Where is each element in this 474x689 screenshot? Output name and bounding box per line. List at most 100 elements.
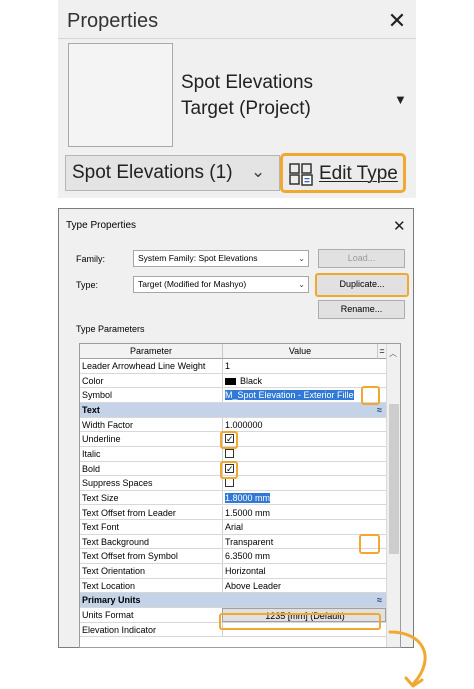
divider xyxy=(58,38,416,39)
chevron-down-icon: ⌄ xyxy=(298,280,305,289)
edit-type-button[interactable]: Edit Type xyxy=(280,153,406,193)
column-header-formula: = xyxy=(377,344,386,359)
parameter-value[interactable]: 1.000000 xyxy=(222,417,386,432)
parameter-name: Italic xyxy=(82,448,101,459)
text-background-dropdown-highlight xyxy=(359,534,380,554)
collapse-icon[interactable]: ≈ xyxy=(377,595,382,605)
chevron-down-icon: ⌄ xyxy=(298,254,305,263)
parameter-name: Text xyxy=(82,404,100,415)
close-icon[interactable]: ✕ xyxy=(393,217,406,235)
parameter-value[interactable]: Above Leader xyxy=(222,578,386,593)
parameter-name: Underline xyxy=(82,434,121,445)
chevron-down-icon: ⌄ xyxy=(251,162,266,181)
checkbox[interactable] xyxy=(225,449,234,459)
parameter-value-text: Transparent xyxy=(225,536,274,547)
parameter-row[interactable]: Color Black xyxy=(80,373,386,389)
parameter-name: Text Offset from Symbol xyxy=(82,551,178,562)
type-properties-dialog: Type Properties ✕ Family: System Family:… xyxy=(58,208,414,648)
parameter-row[interactable]: Text Offset from Leader 1.5000 mm xyxy=(80,505,386,521)
parameter-value-text: 1.8000 mm xyxy=(225,492,271,503)
family-label: Family: xyxy=(76,254,105,264)
scroll-up-icon[interactable]: ︿ xyxy=(389,348,397,359)
parameter-row[interactable]: Text Location Above Leader xyxy=(80,578,386,594)
parameter-checkbox[interactable] xyxy=(222,446,386,461)
parameter-value[interactable]: 1 xyxy=(222,359,386,373)
parameter-name: Elevation Indicator xyxy=(82,624,157,635)
group-header-row[interactable]: Primary Units ≈ xyxy=(80,593,386,609)
type-selector-dropdown-icon[interactable]: ▼ xyxy=(394,92,407,107)
scrollbar-thumb[interactable] xyxy=(389,404,399,554)
parameter-name: Text Offset from Leader xyxy=(82,507,176,518)
family-value: System Family: Spot Elevations xyxy=(138,253,258,263)
type-value: Target (Modified for Mashyo) xyxy=(138,279,247,289)
load-button[interactable]: Load... xyxy=(318,249,405,268)
parameter-value[interactable]: Black xyxy=(222,373,386,388)
family-dropdown[interactable]: System Family: Spot Elevations ⌄ xyxy=(133,250,309,267)
units-format-highlight xyxy=(219,613,381,630)
parameter-value[interactable]: Horizontal xyxy=(222,564,386,578)
type-name[interactable]: Target (Project) xyxy=(181,98,311,120)
parameter-name: Width Factor xyxy=(82,419,134,430)
parameter-row[interactable]: Text Font Arial xyxy=(80,520,386,535)
parameter-value-text: Above Leader xyxy=(225,580,282,591)
parameter-name: Text Background xyxy=(82,536,150,547)
duplicate-button[interactable]: Duplicate... xyxy=(315,273,409,297)
type-family-name[interactable]: Spot Elevations xyxy=(181,72,313,94)
type-dropdown[interactable]: Target (Modified for Mashyo) ⌄ xyxy=(133,276,309,293)
parameter-name: Text Location xyxy=(82,580,136,591)
checkbox[interactable] xyxy=(225,478,234,488)
parameter-row[interactable]: Text Orientation Horizontal xyxy=(80,564,386,579)
parameter-name: Leader Arrowhead Line Weight xyxy=(82,361,206,371)
parameter-checkbox[interactable] xyxy=(222,432,386,446)
parameter-value-text: 1.000000 xyxy=(225,419,263,430)
parameter-row[interactable]: Text Background Transparent xyxy=(80,534,386,550)
parameter-row[interactable]: Text Offset from Symbol 6.3500 mm xyxy=(80,549,386,565)
palette-title: Properties xyxy=(67,10,159,32)
parameter-row[interactable]: Symbol M_Spot Elevation - Exterior Fille xyxy=(80,388,386,403)
parameter-row[interactable]: Leader Arrowhead Line Weight 1 xyxy=(80,359,386,374)
parameter-name: Primary Units xyxy=(82,595,141,606)
parameter-value[interactable]: 1.5000 mm xyxy=(222,505,386,520)
type-parameters-label: Type Parameters xyxy=(76,324,145,334)
instance-filter-dropdown[interactable]: Spot Elevations (1) ⌄ xyxy=(65,155,280,191)
parameter-name: Symbol xyxy=(82,390,113,401)
parameter-checkbox[interactable] xyxy=(222,476,386,490)
arrow-curve-icon xyxy=(388,630,427,688)
parameter-value[interactable]: 1.8000 mm xyxy=(222,490,386,505)
collapse-group-icon: ≈ xyxy=(222,403,386,417)
parameter-value-text: M_Spot Elevation - Exterior Fille xyxy=(225,390,354,401)
parameter-name: Color xyxy=(82,375,104,386)
parameter-value-text: 1 xyxy=(225,361,231,371)
close-icon[interactable]: ✕ xyxy=(386,8,408,34)
parameter-value-text: 1.5000 mm xyxy=(225,507,271,518)
parameter-name: Text Font xyxy=(82,522,120,533)
collapse-icon[interactable]: ≈ xyxy=(377,405,382,415)
bold-checkbox-highlight xyxy=(220,461,238,479)
parameter-value-text: Arial xyxy=(225,522,244,533)
parameter-value-text: Horizontal xyxy=(225,566,266,577)
parameter-value[interactable]: Arial xyxy=(222,520,386,534)
properties-palette: Properties ✕ Spot Elevations Target (Pro… xyxy=(58,0,416,198)
parameter-checkbox[interactable] xyxy=(222,461,386,476)
instance-filter-label: Spot Elevations (1) xyxy=(72,162,233,183)
parameter-row[interactable]: Italic xyxy=(80,446,386,462)
parameter-name: Suppress Spaces xyxy=(82,478,153,489)
parameter-value-text: 6.3500 mm xyxy=(225,551,271,562)
parameter-name: Text Orientation xyxy=(82,566,146,577)
underline-checkbox-highlight xyxy=(220,431,238,449)
type-parameters-table: Parameter Value = Leader Arrowhead Line … xyxy=(79,343,401,648)
vertical-scrollbar[interactable]: ︿ xyxy=(386,344,400,647)
parameter-row[interactable]: Text Size 1.8000 mm xyxy=(80,490,386,506)
edit-type-icon xyxy=(289,163,313,186)
parameter-value-text: Black xyxy=(240,375,263,386)
parameter-name: Text Size xyxy=(82,492,119,503)
rename-button[interactable]: Rename... xyxy=(318,300,405,319)
group-header-row[interactable]: Text ≈ xyxy=(80,402,386,418)
color-swatch xyxy=(225,377,236,385)
column-header-parameter[interactable]: Parameter xyxy=(80,344,222,359)
type-preview-thumbnail xyxy=(68,43,173,147)
parameter-name: Bold xyxy=(82,463,101,474)
column-header-value[interactable]: Value xyxy=(222,344,377,359)
symbol-dropdown-highlight xyxy=(361,386,380,405)
edit-type-label: Edit Type xyxy=(319,163,398,184)
